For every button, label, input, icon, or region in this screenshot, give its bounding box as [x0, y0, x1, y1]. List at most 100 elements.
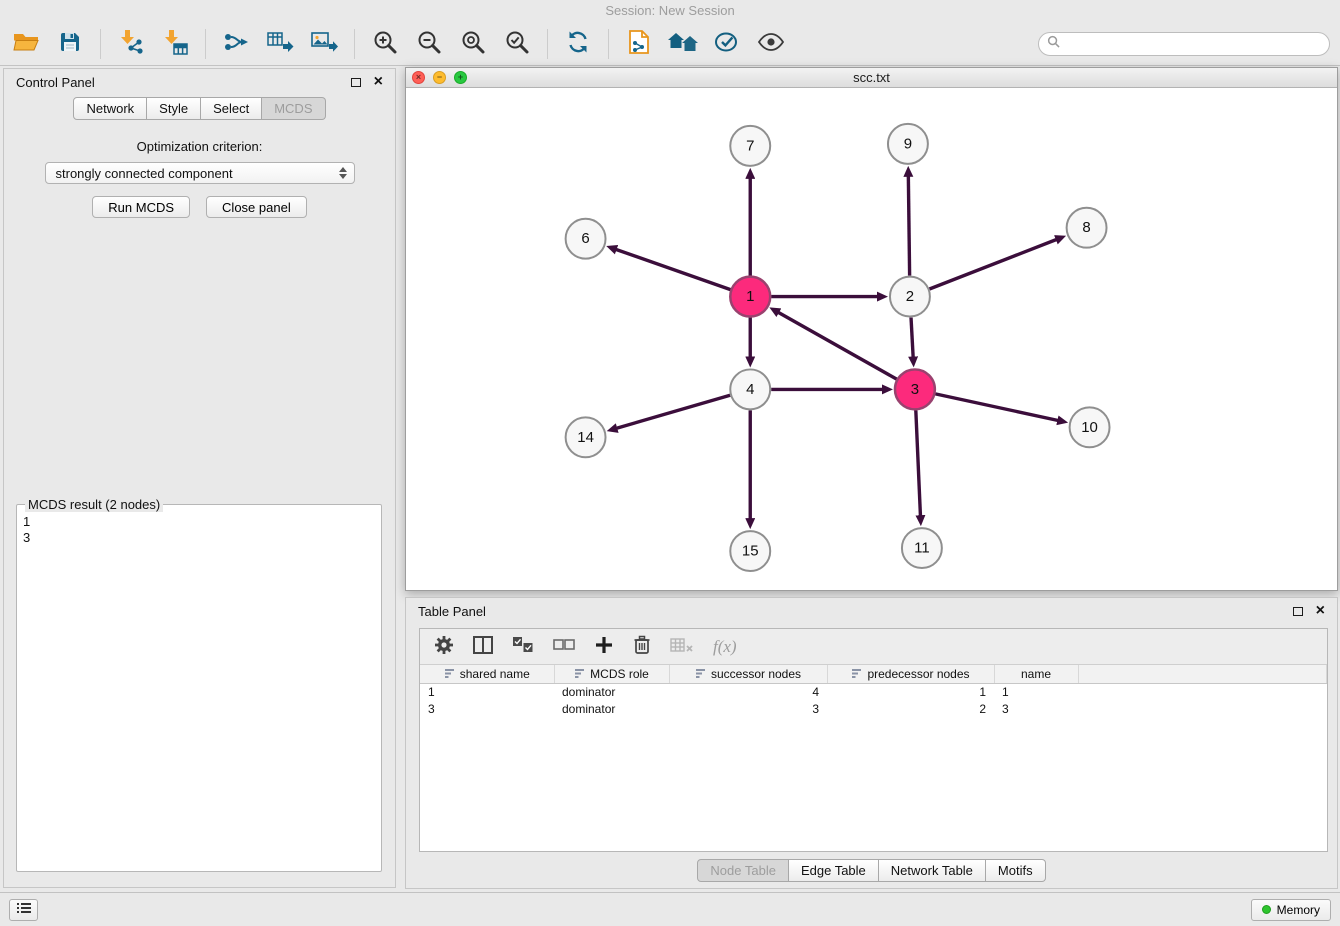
refresh-view-button[interactable]: [556, 25, 600, 63]
tab-mcds[interactable]: MCDS: [262, 97, 325, 120]
select-all-icon: [512, 636, 534, 657]
function-builder-button[interactable]: f(x): [713, 637, 737, 657]
task-history-button[interactable]: [9, 899, 38, 921]
graph-node-4[interactable]: 4: [730, 369, 770, 409]
export-image-button[interactable]: [302, 25, 346, 63]
delete-column-button[interactable]: [633, 635, 651, 658]
table-cell[interactable]: 2: [827, 700, 994, 717]
close-table-panel-icon[interactable]: ×: [1316, 603, 1325, 619]
graph-node-8[interactable]: 8: [1067, 208, 1107, 248]
graph-node-10[interactable]: 10: [1070, 407, 1110, 447]
maximize-window-icon[interactable]: +: [454, 71, 467, 84]
save-session-button[interactable]: [48, 25, 92, 63]
graph-edge-3-10[interactable]: [935, 394, 1059, 421]
show-hide-button[interactable]: [749, 25, 793, 63]
open-network-document-button[interactable]: [617, 25, 661, 63]
table-cell[interactable]: 3: [994, 700, 1078, 717]
tab-node-table[interactable]: Node Table: [697, 859, 789, 882]
tab-edge-table[interactable]: Edge Table: [789, 859, 879, 882]
table-toolbar: f(x): [420, 629, 1327, 665]
graph-node-6[interactable]: 6: [566, 219, 606, 259]
graph-edge-2-9[interactable]: [908, 175, 909, 276]
table-cell[interactable]: 3: [669, 700, 827, 717]
home-icon: [667, 30, 699, 57]
graph-node-3[interactable]: 3: [895, 369, 935, 409]
graph-edge-3-1[interactable]: [777, 312, 896, 379]
graph-node-7[interactable]: 7: [730, 126, 770, 166]
import-table-from-file-button[interactable]: [153, 25, 197, 63]
zoom-in-button[interactable]: [363, 25, 407, 63]
table-cell[interactable]: 1: [994, 683, 1078, 700]
run-mcds-button[interactable]: Run MCDS: [92, 196, 190, 218]
minimize-window-icon[interactable]: −: [433, 71, 446, 84]
toolbar-separator: [205, 29, 206, 59]
network-canvas[interactable]: 7 9 6 8 1 2 4 3 14 10 15 11: [406, 88, 1337, 590]
tab-motifs[interactable]: Motifs: [986, 859, 1046, 882]
delete-table-button[interactable]: [670, 637, 694, 656]
table-cell[interactable]: dominator: [554, 683, 669, 700]
tab-style[interactable]: Style: [147, 97, 201, 120]
table-cell[interactable]: 1: [420, 683, 554, 700]
zoom-fit-icon: [460, 29, 486, 58]
toolbar-separator: [608, 29, 609, 59]
graph-node-14[interactable]: 14: [566, 417, 606, 457]
zoom-selected-button[interactable]: [495, 25, 539, 63]
graph-edge-4-14[interactable]: [615, 395, 730, 428]
clone-network-button[interactable]: [214, 25, 258, 63]
annotation-check-button[interactable]: [705, 25, 749, 63]
deselect-all-button[interactable]: [553, 638, 575, 655]
graph-node-9[interactable]: 9: [888, 124, 928, 164]
graph-node-11[interactable]: 11: [902, 528, 942, 568]
table-cell[interactable]: 1: [827, 683, 994, 700]
search-box[interactable]: [1038, 32, 1330, 56]
table-cell[interactable]: 3: [420, 700, 554, 717]
import-network-from-file-button[interactable]: [109, 25, 153, 63]
show-columns-button[interactable]: [473, 636, 493, 657]
network-window-titlebar[interactable]: scc.txt × − +: [406, 68, 1337, 88]
zoom-fit-button[interactable]: [451, 25, 495, 63]
table-cell[interactable]: dominator: [554, 700, 669, 717]
network-from-table-button[interactable]: [258, 25, 302, 63]
criterion-select[interactable]: strongly connected component: [45, 162, 355, 184]
column-header-name[interactable]: name: [994, 665, 1078, 683]
graph-edge-2-3[interactable]: [911, 318, 913, 359]
tab-network[interactable]: Network: [73, 97, 147, 120]
table-settings-button[interactable]: [434, 635, 454, 658]
graph-edge-2-8[interactable]: [929, 239, 1057, 289]
graph-node-label: 9: [904, 135, 912, 152]
column-header-mcds-role[interactable]: MCDS role: [554, 665, 669, 683]
list-icon: [16, 901, 32, 918]
close-window-icon[interactable]: ×: [412, 71, 425, 84]
zoom-out-button[interactable]: [407, 25, 451, 63]
float-panel-icon[interactable]: [351, 78, 361, 87]
add-column-button[interactable]: [594, 635, 614, 658]
criterion-selected-value: strongly connected component: [56, 166, 233, 181]
select-all-button[interactable]: [512, 636, 534, 657]
graph-edge-1-6[interactable]: [615, 249, 731, 290]
graph-node-1[interactable]: 1: [730, 277, 770, 317]
table-cell[interactable]: 4: [669, 683, 827, 700]
tab-select[interactable]: Select: [201, 97, 262, 120]
trash-icon: [633, 635, 651, 658]
close-panel-icon[interactable]: ×: [374, 74, 383, 90]
table-delete-icon: [670, 637, 694, 656]
column-header-predecessor-nodes[interactable]: predecessor nodes: [827, 665, 994, 683]
table-row[interactable]: 3dominator323: [420, 700, 1327, 717]
float-table-panel-icon[interactable]: [1293, 607, 1303, 616]
search-input[interactable]: [1066, 35, 1321, 52]
graph-node-15[interactable]: 15: [730, 531, 770, 571]
close-panel-button[interactable]: Close panel: [206, 196, 307, 218]
tab-network-table[interactable]: Network Table: [879, 859, 986, 882]
table-panel-title: Table Panel: [418, 604, 486, 619]
column-header-shared-name[interactable]: shared name: [420, 665, 554, 683]
graph-node-2[interactable]: 2: [890, 277, 930, 317]
home-networks-button[interactable]: [661, 25, 705, 63]
node-table-scroll-area[interactable]: shared name MCDS role: [420, 665, 1327, 851]
graph-edge-3-11[interactable]: [916, 410, 921, 517]
memory-button[interactable]: Memory: [1251, 899, 1331, 921]
table-row[interactable]: 1dominator411: [420, 683, 1327, 700]
column-header-successor-nodes[interactable]: successor nodes: [669, 665, 827, 683]
open-file-button[interactable]: [4, 25, 48, 63]
sort-icon: [851, 668, 862, 679]
save-floppy-icon: [58, 30, 82, 57]
